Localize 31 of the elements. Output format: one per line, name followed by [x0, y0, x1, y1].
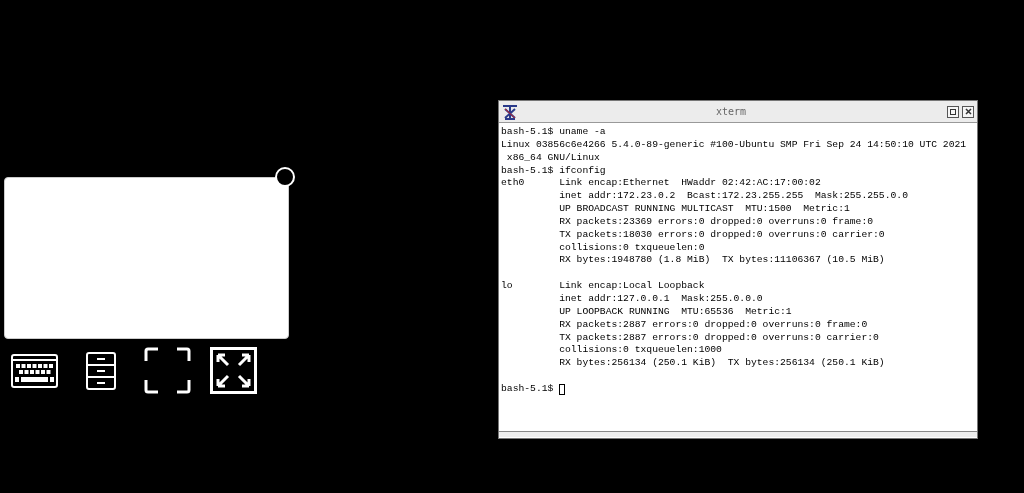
- terminal-line: RX bytes:1948780 (1.8 MiB) TX bytes:11106367 (10.5 MiB): [558, 254, 885, 268]
- terminal-prompt: bash-5.1$: [501, 382, 554, 396]
- cursor-icon: [559, 383, 566, 395]
- terminal-line: x86_64 GNU/Linux: [505, 151, 600, 165]
- terminal-line: UP LOOPBACK RUNNING MTU:65536 Metric:1: [558, 305, 792, 319]
- terminal-line: RX bytes:256134 (250.1 KiB) TX bytes:256134 (250.1 KiB): [558, 357, 885, 371]
- close-button[interactable]: [962, 105, 974, 118]
- terminal-line: eth0 Link encap:Ethernet HWaddr 02:42:AC:17:00:02: [501, 177, 821, 191]
- maximize-button[interactable]: [947, 105, 959, 118]
- window-title: xterm: [714, 106, 748, 117]
- fullscreen-icon[interactable]: [144, 347, 191, 394]
- terminal-line: bash-5.1$ ifconfig: [501, 164, 606, 178]
- terminal-line: inet addr:127.0.0.1 Mask:255.0.0.0: [558, 292, 763, 306]
- terminal-line: TX packets:2887 errors:0 dropped:0 overruns:0 carrier:0: [558, 331, 879, 345]
- terminal-line: bash-5.1$ uname -a: [501, 126, 606, 139]
- terminal-line: inet addr:172.23.0.2 Bcast:172.23.255.255 Mask:255.255.0.0: [558, 190, 908, 204]
- drawers-icon[interactable]: [86, 351, 116, 390]
- expand-icon[interactable]: [210, 347, 257, 394]
- app-icon: [502, 103, 518, 120]
- terminal-line: UP BROADCAST RUNNING MULTICAST MTU:1500 Metric:1: [558, 203, 850, 216]
- resize-handle[interactable]: [275, 167, 295, 187]
- terminal-line: collisions:0 txqueuelen:0: [558, 241, 705, 255]
- terminal-line: RX packets:23369 errors:0 dropped:0 overruns:0 frame:0: [558, 215, 874, 229]
- scrollbar[interactable]: [499, 431, 977, 437]
- close-icon: [964, 108, 972, 115]
- keyboard-icon[interactable]: [11, 353, 58, 388]
- terminal-line: TX packets:18030 errors:0 dropped:0 overruns:0 carrier:0: [558, 228, 885, 242]
- terminal-line: collisions:0 txqueuelen:1000: [558, 344, 722, 358]
- terminal-line: RX packets:2887 errors:0 dropped:0 overruns:0 frame:0: [558, 318, 868, 332]
- terminal-line: lo Link encap:Local Loopback: [501, 280, 705, 293]
- terminal-line: Linux 03856c6e4266 5.4.0-89-generic #100-Ubuntu SMP Fri Sep 24 14:50:10 UTC 2021: [501, 138, 967, 152]
